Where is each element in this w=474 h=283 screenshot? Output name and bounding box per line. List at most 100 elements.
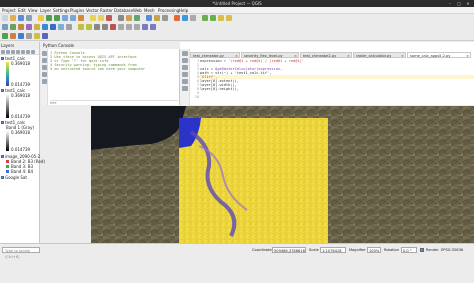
data-source-manager-icon[interactable]	[2, 24, 8, 30]
menu-vector[interactable]: Vector	[86, 7, 99, 14]
render-checkbox[interactable]	[420, 248, 424, 252]
editor-tab-active[interactable]: some_calc_apps5.2.py ×	[407, 52, 471, 58]
menu-settings[interactable]: Settings	[53, 7, 69, 14]
label-icon[interactable]	[202, 15, 208, 21]
cut-icon[interactable]	[182, 72, 188, 77]
minimize-button[interactable]: –	[446, 0, 454, 7]
cut-icon[interactable]	[118, 24, 124, 30]
deselect-icon[interactable]	[106, 15, 112, 21]
menu-view[interactable]: View	[28, 7, 38, 14]
open-project-icon[interactable]	[10, 15, 16, 21]
new-project-icon[interactable]	[2, 15, 8, 21]
layer-visibility-checkbox[interactable]	[1, 155, 4, 158]
save-script-icon[interactable]	[182, 58, 188, 63]
processing-toolbox-icon[interactable]	[146, 15, 152, 21]
plugin-icon[interactable]	[26, 33, 32, 39]
zoom-out-icon[interactable]	[54, 15, 60, 21]
undo-icon[interactable]	[142, 24, 148, 30]
add-wfs-icon[interactable]	[66, 24, 72, 30]
add-raster-icon[interactable]	[18, 24, 24, 30]
annotation-icon[interactable]	[126, 15, 132, 21]
plugin-icon[interactable]	[42, 33, 48, 39]
zoom-full-icon[interactable]	[62, 15, 68, 21]
layer-visibility-checkbox[interactable]	[1, 121, 4, 124]
menu-web[interactable]: Web	[133, 7, 142, 14]
plugin-icon[interactable]	[10, 33, 16, 39]
zoom-in-icon[interactable]	[46, 15, 52, 21]
run-command-icon[interactable]	[42, 58, 47, 63]
vertex-tool-icon[interactable]	[102, 24, 108, 30]
close-tab-icon[interactable]: ×	[466, 53, 469, 59]
copy-icon[interactable]	[126, 24, 132, 30]
menu-processing[interactable]: Processing	[158, 7, 179, 14]
save-project-icon[interactable]	[18, 15, 24, 21]
plugin-icon[interactable]	[2, 33, 8, 39]
add-wms-icon[interactable]	[58, 24, 64, 30]
add-group-icon[interactable]	[6, 50, 10, 54]
zoom-layer-icon[interactable]	[70, 15, 76, 21]
delete-selected-icon[interactable]	[110, 24, 116, 30]
code-line[interactable]: layer[0].height(),	[200, 87, 239, 91]
menu-raster[interactable]: Raster	[100, 7, 113, 14]
label-pin-icon[interactable]	[210, 15, 216, 21]
show-editor-icon[interactable]	[42, 65, 47, 70]
locator-search-input[interactable]: Type to locate (Ctrl+K)	[2, 247, 40, 259]
menu-database[interactable]: Database	[114, 7, 133, 14]
edit-pencil-icon[interactable]	[78, 24, 84, 30]
close-tab-icon[interactable]: ×	[347, 53, 350, 59]
statistics-icon[interactable]	[174, 15, 180, 21]
digitize-icon[interactable]	[94, 24, 100, 30]
console-input[interactable]: >>>	[50, 100, 178, 105]
model-designer-icon[interactable]	[154, 15, 160, 21]
editor-tab[interactable]: severity_flex_level.py ×	[241, 52, 299, 58]
menu-project[interactable]: Project	[2, 7, 16, 14]
refresh-icon[interactable]	[78, 15, 84, 21]
python-console-icon[interactable]	[134, 15, 140, 21]
layer-visibility-checkbox[interactable]	[1, 57, 4, 60]
menu-layer[interactable]: Layer	[40, 7, 51, 14]
add-spatialite-icon[interactable]	[42, 24, 48, 30]
layer-visibility-checkbox[interactable]	[1, 176, 4, 179]
select-icon[interactable]	[98, 15, 104, 21]
identify-icon[interactable]	[90, 15, 96, 21]
bookmark-icon[interactable]	[190, 15, 196, 21]
code-line[interactable]: expression = '(red@1 + red@1) / (red@1 +…	[200, 59, 304, 63]
close-button[interactable]: ✕	[464, 0, 472, 7]
coordinate-field[interactable]: 509486,3786616	[272, 247, 306, 253]
scale-field[interactable]: 1:1076418	[320, 247, 346, 253]
manage-theme-icon[interactable]	[11, 50, 15, 54]
menu-edit[interactable]: Edit	[18, 7, 26, 14]
rotation-field[interactable]: 0.0 °	[401, 247, 417, 253]
crs-button[interactable]: EPSG:32636	[441, 247, 463, 253]
close-tab-icon[interactable]: ×	[401, 53, 404, 59]
run-script-icon[interactable]	[182, 65, 188, 70]
map-tips-icon[interactable]	[182, 15, 188, 21]
layer-item[interactable]: Google Sat	[0, 175, 40, 180]
magnifier-field[interactable]: 100%	[367, 247, 381, 253]
add-vector-icon[interactable]	[10, 24, 16, 30]
find-icon[interactable]	[182, 86, 188, 91]
clear-console-icon[interactable]	[42, 51, 47, 56]
menu-plugins[interactable]: Plugins	[70, 7, 84, 14]
map-canvas[interactable]	[91, 106, 474, 245]
options-icon[interactable]	[42, 72, 47, 77]
filter-legend-icon[interactable]	[16, 50, 20, 54]
help-icon[interactable]	[42, 79, 47, 84]
plugin-icon[interactable]	[18, 33, 24, 39]
add-delimited-text-icon[interactable]	[34, 24, 40, 30]
copy-icon[interactable]	[182, 79, 188, 84]
save-as-icon[interactable]	[26, 15, 32, 21]
maximize-button[interactable]: □	[455, 0, 463, 7]
redo-icon[interactable]	[150, 24, 156, 30]
open-script-icon[interactable]	[182, 51, 188, 56]
editor-tab[interactable]: test_chmeabe.py ×	[190, 52, 240, 58]
paste-icon[interactable]	[134, 24, 140, 30]
editor-tab[interactable]: raster_calculator.py ×	[353, 52, 406, 58]
plugin-icon[interactable]	[34, 33, 40, 39]
editor-tab[interactable]: test_chmeabe2.py ×	[300, 52, 352, 58]
label-rotate-icon[interactable]	[226, 15, 232, 21]
remove-layer-icon[interactable]	[31, 50, 35, 54]
add-postgis-icon[interactable]	[50, 24, 56, 30]
menu-mesh[interactable]: Mesh	[144, 7, 155, 14]
measure-icon[interactable]	[118, 15, 124, 21]
